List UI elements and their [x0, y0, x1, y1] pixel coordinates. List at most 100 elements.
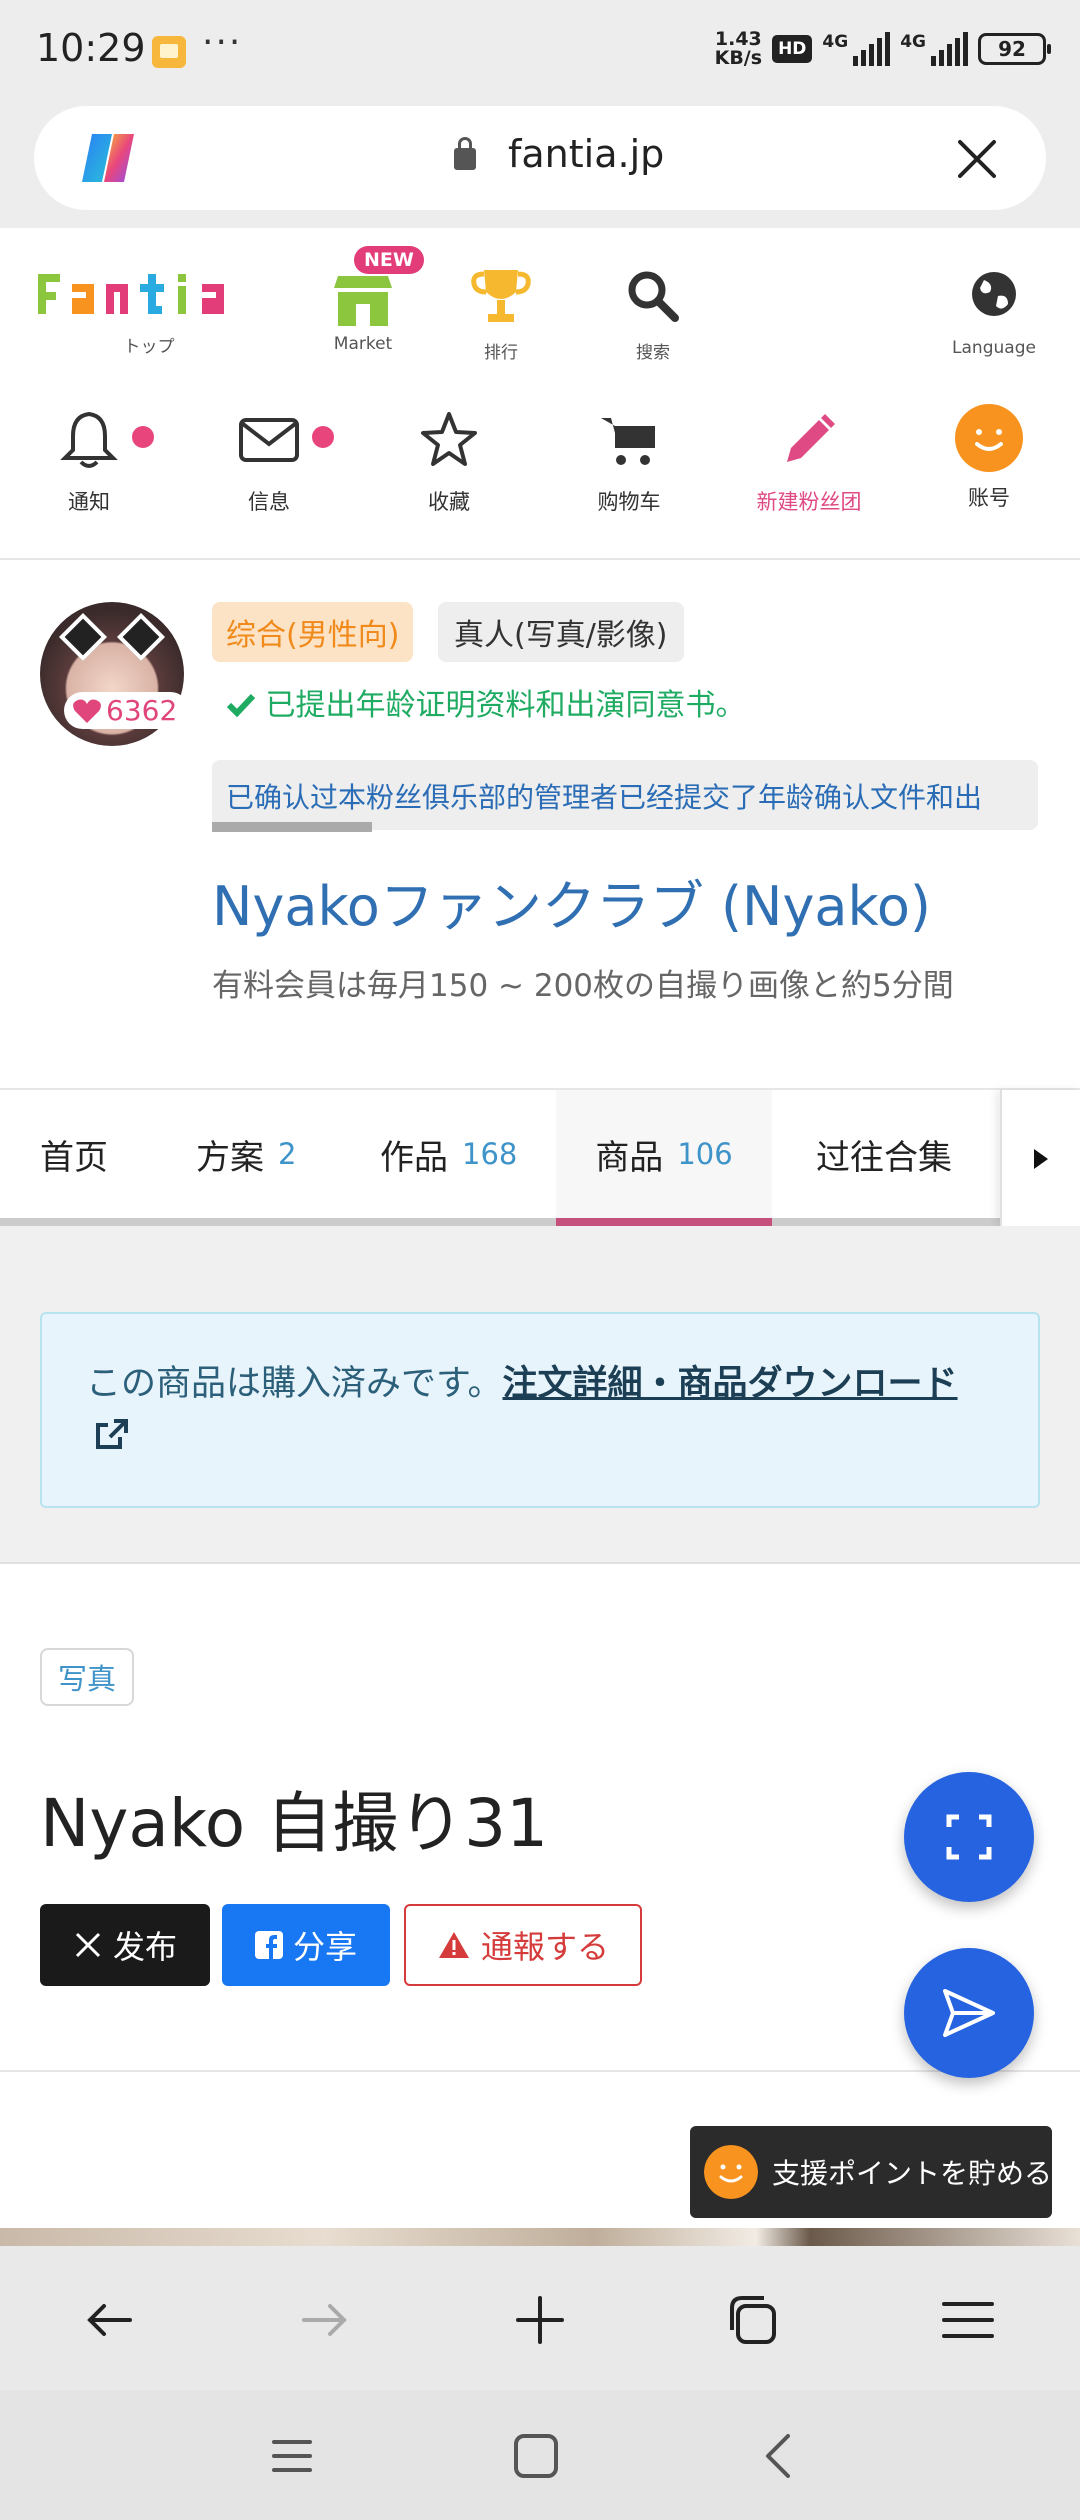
tab-scroll-right-icon[interactable] — [1000, 1090, 1080, 1228]
notes-app-icon — [152, 36, 186, 68]
nav-market[interactable]: Market — [318, 264, 408, 354]
nav-ranking[interactable]: 排行 — [460, 266, 542, 363]
purchased-text: この商品は購入済みです。 — [86, 1364, 503, 1404]
message-unread-dot — [312, 426, 334, 448]
share-facebook-button[interactable]: 分享 — [222, 1904, 390, 1986]
browser-toolbar: fantia.jp — [0, 100, 1080, 330]
network-type-2: 4G — [900, 32, 926, 52]
menu-icon[interactable] — [938, 2290, 998, 2350]
post-to-x-button[interactable]: 发布 — [40, 1904, 210, 1986]
order-detail-link[interactable]: 注文詳細・商品ダウンロード — [503, 1364, 958, 1404]
nav-notify-label: 通知 — [68, 490, 110, 514]
post-to-x-label: 发布 — [112, 1928, 177, 1966]
lock-icon — [454, 137, 476, 170]
age-verified-text: 已提出年龄证明资料和出演同意书。 — [265, 688, 746, 723]
marquee-scrollbar[interactable] — [212, 822, 372, 832]
real-person-tag[interactable]: 真人(写真/影像) — [438, 602, 684, 662]
tab-works[interactable]: 作品 168 — [380, 1090, 517, 1218]
external-link-icon[interactable] — [92, 1415, 132, 1453]
category-tag[interactable]: 综合(男性向) — [212, 602, 414, 662]
warning-icon — [438, 1932, 469, 1958]
club-title[interactable]: Nyakoファンクラブ (Nyako) — [212, 862, 931, 941]
purchased-notice: この商品は購入済みです。注文詳細・商品ダウンロード — [40, 1312, 1040, 1508]
signal-icon-2: 4G — [900, 32, 968, 66]
nav-newclub[interactable]: 新建粉丝团 — [734, 408, 884, 516]
new-badge: NEW — [354, 246, 424, 274]
battery-icon: 92 — [978, 33, 1051, 65]
nav-cart-label: 购物车 — [597, 490, 661, 514]
nav-message[interactable]: 信息 — [194, 408, 344, 516]
support-points-button[interactable]: 支援ポイントを貯める — [690, 2126, 1052, 2218]
scan-frame-icon — [946, 1814, 992, 1860]
nav-top-label: トップ — [123, 337, 175, 357]
network-type-1: 4G — [822, 32, 849, 52]
home-icon[interactable] — [510, 2430, 562, 2482]
club-description: 有料会員は毎月150 ~ 200枚の自撮り画像と約5分間 — [212, 968, 954, 1004]
nav-account[interactable]: 账号 — [914, 404, 1064, 512]
product-category-tag[interactable]: 写真 — [40, 1648, 135, 1706]
site-header: トップ Market NEW 排行 搜索 Language 通知 信息 收藏 购… — [0, 230, 1080, 560]
nav-language-label: Language — [952, 338, 1036, 358]
x-logo-icon — [75, 1932, 101, 1958]
nav-notify[interactable]: 通知 — [14, 408, 164, 516]
nav-language[interactable]: Language — [944, 266, 1044, 358]
product-image-preview[interactable] — [0, 2228, 1080, 2246]
status-bar: 10:29 ··· 1.43 KB/s HD 4G 4G 92 — [0, 0, 1080, 100]
age-verified-notice: 已提出年龄证明资料和出演同意书。 — [226, 680, 746, 724]
status-more: ··· — [202, 22, 243, 63]
club-tabs: 首页 方案 2 作品 168 商品 106 过往合集 — [0, 1088, 1080, 1228]
send-fab[interactable] — [904, 1948, 1034, 2078]
address-bar[interactable]: fantia.jp — [34, 106, 1046, 210]
tab-plans[interactable]: 方案 2 — [196, 1090, 296, 1218]
tab-plans-label: 方案 — [196, 1137, 264, 1178]
copilot-icon[interactable] — [78, 130, 138, 186]
heart-icon — [73, 699, 101, 723]
mail-icon — [239, 418, 299, 462]
globe-icon — [972, 272, 1016, 316]
product-title: Nyako 自撮り31 — [40, 1785, 549, 1862]
screenshot-fab[interactable] — [904, 1772, 1034, 1902]
recent-apps-icon[interactable] — [266, 2430, 318, 2482]
nav-ranking-label: 排行 — [484, 343, 518, 363]
nav-favorite[interactable]: 收藏 — [374, 408, 524, 516]
tab-products-label: 商品 — [595, 1137, 664, 1178]
tab-products[interactable]: 商品 106 — [556, 1090, 772, 1218]
purchase-notice-band: この商品は購入済みです。注文詳細・商品ダウンロード — [0, 1226, 1080, 1564]
report-label: 通報する — [480, 1928, 609, 1966]
tabs-icon[interactable] — [724, 2290, 784, 2350]
tab-archive[interactable]: 过往合集 — [816, 1090, 952, 1218]
tab-home[interactable]: 首页 — [40, 1090, 108, 1218]
close-icon[interactable] — [952, 134, 1002, 184]
network-speed: 1.43 KB/s — [715, 30, 762, 68]
search-icon — [628, 271, 679, 322]
url-text[interactable]: fantia.jp — [508, 132, 664, 176]
back-arrow-icon[interactable] — [80, 2290, 140, 2350]
cart-icon — [601, 418, 655, 465]
system-back-icon[interactable] — [754, 2430, 806, 2482]
status-indicators: 1.43 KB/s HD 4G 4G 92 — [715, 30, 1051, 68]
nav-market-label: Market — [333, 334, 393, 354]
nav-message-label: 信息 — [248, 490, 290, 514]
likes-count: 6362 — [106, 694, 178, 727]
star-icon — [421, 412, 477, 466]
likes-badge[interactable]: 6362 — [64, 692, 190, 729]
trophy-icon — [471, 270, 531, 322]
forward-arrow-icon[interactable] — [294, 2290, 354, 2350]
share-facebook-label: 分享 — [292, 1928, 357, 1966]
smile-icon — [704, 2145, 758, 2199]
nav-top[interactable]: トップ — [34, 270, 264, 357]
new-tab-plus-icon[interactable] — [510, 2290, 570, 2350]
nav-search[interactable]: 搜索 — [610, 266, 696, 363]
tab-products-count: 106 — [677, 1137, 733, 1171]
report-button[interactable]: 通報する — [404, 1904, 642, 1986]
club-profile: 6362 综合(男性向) 真人(写真/影像) 已提出年龄证明资料和出演同意书。 … — [0, 560, 1080, 1088]
fantia-logo — [38, 274, 224, 314]
system-navigation-bar — [0, 2390, 1080, 2520]
nav-search-label: 搜索 — [636, 343, 670, 363]
market-icon — [334, 276, 392, 326]
nav-cart[interactable]: 购物车 — [554, 408, 704, 516]
nav-account-label: 账号 — [968, 486, 1010, 510]
nav-newclub-label: 新建粉丝团 — [756, 490, 862, 514]
check-icon — [226, 693, 256, 718]
verification-marquee: 已确认过本粉丝俱乐部的管理者已经提交了年龄确认文件和出 — [212, 760, 1038, 830]
